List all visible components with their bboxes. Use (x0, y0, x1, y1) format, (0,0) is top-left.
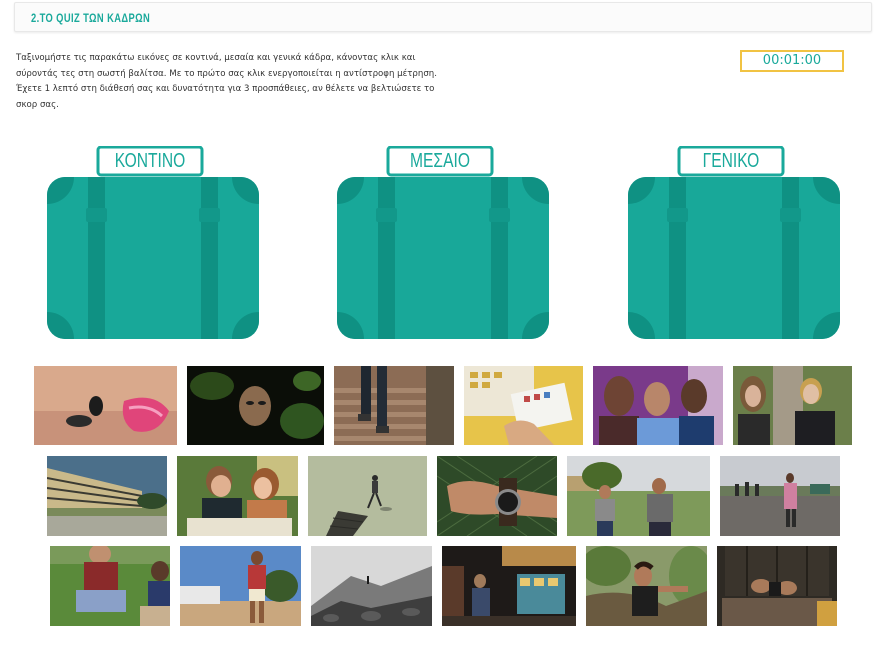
suitcase-close-up[interactable]: ΚΟΝΤΙΝΟ (46, 146, 260, 341)
instructions-text: Ταξινομήστε τις παρακάτω εικόνες σε κοντ… (16, 53, 437, 110)
photo-card-students-sitting-on-grass[interactable] (50, 546, 170, 626)
photo-card-person-running-on-plaza[interactable] (308, 456, 427, 536)
photo-card-kids-on-field[interactable] (567, 456, 710, 536)
suitcase-label-medium: ΜΕΣΑΙΟ (410, 150, 470, 172)
countdown-timer: 00:01:00 (740, 50, 844, 72)
suitcase-icon (337, 146, 549, 339)
suitcase-label-wide: ΓΕΝΙΚΟ (702, 150, 760, 172)
suitcase-wide[interactable]: ΓΕΝΙΚΟ (627, 146, 841, 341)
photo-card-person-with-pink-bag-on-street[interactable] (720, 456, 840, 536)
photo-card-students-reading-book[interactable] (177, 456, 298, 536)
suitcase-label-close-up: ΚΟΝΤΙΝΟ (114, 150, 186, 172)
suitcase-icon (47, 146, 259, 339)
header-bar: 2.ΤΟ QUIZ ΤΩΝ ΚΑΔΡΩΝ (14, 2, 872, 32)
photo-card-man-walking-on-beach[interactable] (180, 546, 301, 626)
suitcase-medium[interactable]: ΜΕΣΑΙΟ (336, 146, 550, 341)
photo-card-face-in-dark-leaves[interactable] (187, 366, 324, 445)
photo-card-wristwatch-on-arm[interactable] (437, 456, 557, 536)
photo-card-school-building[interactable] (47, 456, 167, 536)
photo-card-legs-climbing-stairs[interactable] (334, 366, 454, 445)
photo-card-rocky-hillside-bw[interactable] (311, 546, 432, 626)
photo-card-hand-holding-stamps[interactable] (464, 366, 583, 445)
photo-card-shop-at-night[interactable] (442, 546, 576, 626)
photo-card-boy-climbing-tree[interactable] (586, 546, 707, 626)
suitcase-icon (628, 146, 840, 339)
photo-card-shoes-and-towel-on-sand[interactable] (34, 366, 177, 445)
photo-card-three-friends-portrait[interactable] (593, 366, 723, 445)
page-title: 2.ΤΟ QUIZ ΤΩΝ ΚΑΔΡΩΝ (31, 11, 151, 25)
photo-card-two-teens-by-tree[interactable] (733, 366, 852, 445)
photo-card-hands-holding-object[interactable] (717, 546, 837, 626)
